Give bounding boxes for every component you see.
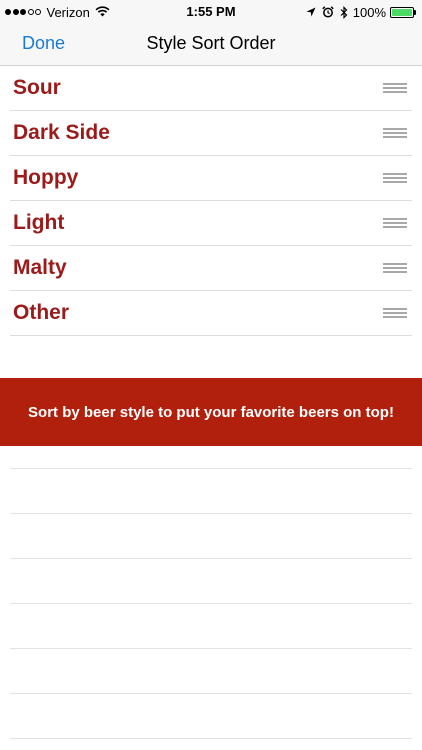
style-label: Hoppy [13,166,79,189]
reorder-handle-icon[interactable] [383,308,407,319]
location-arrow-icon [306,7,316,17]
banner-text: Sort by beer style to put your favorite … [28,403,394,421]
battery-fill [392,8,412,16]
empty-row-separator [10,693,412,694]
status-right: 100% [300,4,416,20]
style-label: Dark Side [13,121,110,144]
battery-percent: 100% [352,4,386,20]
style-label: Light [13,211,65,234]
list-item-style[interactable]: Other [10,291,412,336]
reorder-handle-icon[interactable] [383,128,407,139]
list-item-style[interactable]: Malty [10,246,412,291]
style-label: Malty [13,256,67,279]
empty-row-separator [10,603,412,604]
alarm-clock-icon [322,6,334,18]
reorder-handle-icon[interactable] [383,263,407,274]
status-bar: Verizon 1:55 PM 100% [0,0,422,24]
list-item-style[interactable]: Dark Side [10,111,412,156]
bluetooth-icon [340,5,348,19]
battery-body [390,6,414,18]
style-label: Other [13,301,70,324]
reorder-handle-icon[interactable] [383,218,407,229]
list-item-style[interactable]: Light [10,201,412,246]
list-item-style[interactable]: Hoppy [10,156,412,201]
app-screen: Verizon 1:55 PM 100% Done Style Sort Ord… [0,0,422,750]
done-button[interactable]: Done [22,33,65,54]
style-sort-list: Sour Dark Side Hoppy Light Malty Other [0,66,422,336]
navigation-bar: Done Style Sort Order [0,24,422,66]
promo-banner: Sort by beer style to put your favorite … [0,378,422,446]
empty-row-separator [10,738,412,739]
empty-row-separator [10,513,412,514]
battery-icon [390,6,416,18]
reorder-handle-icon[interactable] [383,173,407,184]
style-label: Sour [13,76,61,99]
empty-row-separator [10,468,412,469]
battery-tip [414,9,416,15]
list-item-style[interactable]: Sour [10,66,412,111]
empty-row-separator [10,558,412,559]
empty-row-separator [10,648,412,649]
reorder-handle-icon[interactable] [383,83,407,94]
